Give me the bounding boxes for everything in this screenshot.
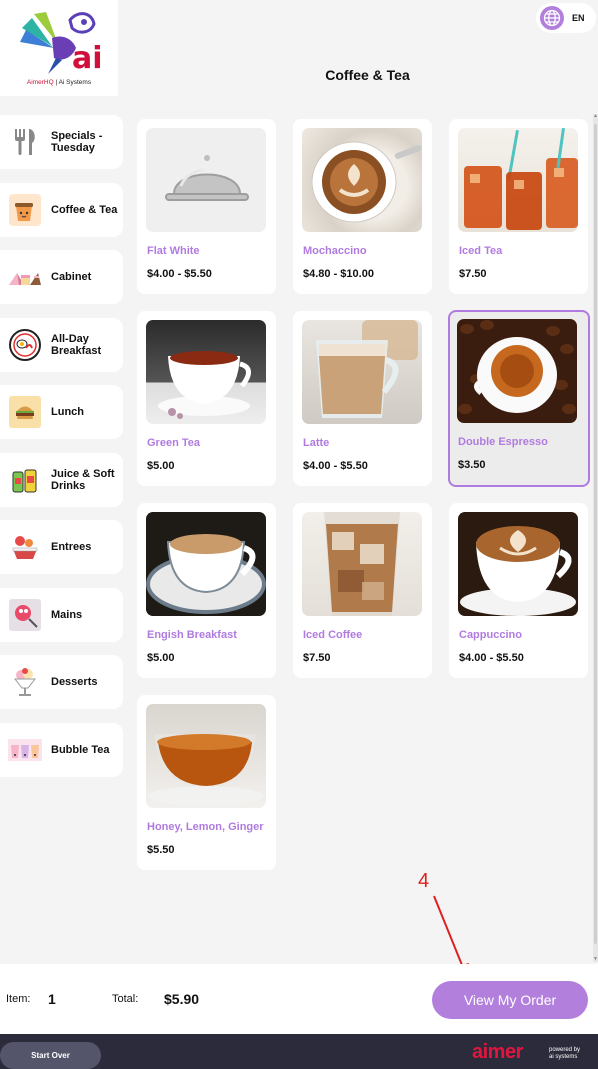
- product-price: $4.00 - $5.50: [303, 460, 368, 472]
- cakes-icon: [8, 260, 42, 294]
- product-card-iced-coffee[interactable]: Iced Coffee $7.50: [293, 503, 432, 678]
- sidebar-item-lunch[interactable]: Lunch: [0, 385, 123, 439]
- sidebar-item-label: Lunch: [51, 406, 84, 418]
- sidebar-item-specials-tuesday[interactable]: Specials - Tuesday: [0, 115, 123, 169]
- sidebar-item-label: Entrees: [51, 541, 92, 553]
- product-price: $7.50: [303, 652, 331, 664]
- sidebar-item-juice-soft-drinks[interactable]: Juice & Soft Drinks: [0, 453, 123, 507]
- sidebar-item-coffee-tea[interactable]: Coffee & Tea: [0, 183, 123, 237]
- product-card-iced-tea[interactable]: Iced Tea $7.50: [449, 119, 588, 294]
- product-name: Mochaccino: [303, 245, 367, 257]
- product-card-honey-lemon-ginger[interactable]: Honey, Lemon, Ginger $5.50: [137, 695, 276, 870]
- cappuccino-photo: [458, 512, 578, 616]
- product-price: $5.00: [147, 652, 175, 664]
- sundae-icon: [8, 665, 42, 699]
- product-card-green-tea[interactable]: Green Tea $5.00: [137, 311, 276, 486]
- sidebar-item-label: Specials - Tuesday: [51, 130, 103, 154]
- breakfast-plate-icon: [8, 328, 42, 362]
- product-name: Iced Coffee: [303, 629, 363, 641]
- latte-photo: [302, 320, 422, 424]
- powered-by-text: powered by ai systems: [549, 1047, 581, 1060]
- entree-bowl-icon: [8, 530, 42, 564]
- cutlery-icon: [8, 125, 42, 159]
- scrollbar[interactable]: ▲ ▼: [593, 114, 598, 962]
- sidebar-item-desserts[interactable]: Desserts: [0, 655, 123, 709]
- coffee-cup-icon: [8, 193, 42, 227]
- sidebar-item-entrees[interactable]: Entrees: [0, 520, 123, 574]
- product-price: $4.80 - $10.00: [303, 268, 374, 280]
- logo-mark-text: ai: [72, 41, 103, 76]
- bottom-bar: Start Over aimer powered by ai systems: [0, 1034, 598, 1069]
- product-card-flat-white[interactable]: Flat White $4.00 - $5.50: [137, 119, 276, 294]
- mochaccino-photo: [302, 128, 422, 232]
- product-name: Green Tea: [147, 437, 200, 449]
- iced-tea-photo: [458, 128, 578, 232]
- sidebar-item-label: Mains: [51, 609, 83, 621]
- product-name: Iced Tea: [459, 245, 503, 257]
- sidebar-item-label: Coffee & Tea: [51, 204, 118, 216]
- burger-icon: [8, 395, 42, 429]
- product-card-cappuccino[interactable]: Cappuccino $4.00 - $5.50: [449, 503, 588, 678]
- aimer-brand-logo: aimer: [472, 1041, 523, 1063]
- honey-lemon-ginger-photo: [146, 704, 266, 808]
- language-code: EN: [572, 13, 585, 23]
- green-tea-photo: [146, 320, 266, 424]
- sidebar-item-label: Juice & Soft Drinks: [51, 468, 115, 492]
- product-price: $4.00 - $5.50: [147, 268, 212, 280]
- scroll-down-icon[interactable]: ▼: [593, 957, 598, 962]
- product-name: Flat White: [147, 245, 200, 257]
- sidebar-item-label: Bubble Tea: [51, 744, 110, 756]
- double-espresso-photo: [457, 319, 577, 423]
- annotation-step-number: 4: [418, 870, 430, 892]
- globe-icon: [540, 6, 564, 30]
- product-name: Engish Breakfast: [147, 629, 237, 641]
- iced-coffee-photo: [302, 512, 422, 616]
- cloche-placeholder-icon: [165, 155, 249, 201]
- item-count: 1: [48, 991, 56, 1007]
- product-price: $7.50: [459, 268, 487, 280]
- product-price: $5.50: [147, 844, 175, 856]
- product-image: [146, 128, 266, 232]
- mains-dish-icon: [8, 598, 42, 632]
- product-card-english-breakfast[interactable]: Engish Breakfast $5.00: [137, 503, 276, 678]
- product-card-mochaccino[interactable]: Mochaccino $4.80 - $10.00: [293, 119, 432, 294]
- product-name: Cappuccino: [459, 629, 522, 641]
- product-price: $4.00 - $5.50: [459, 652, 524, 664]
- product-name: Honey, Lemon, Ginger: [147, 821, 264, 833]
- logo: ai AimerHQ | Ai Systems: [0, 0, 118, 96]
- sidebar-item-bubble-tea[interactable]: Bubble Tea: [0, 723, 123, 777]
- sidebar-item-mains[interactable]: Mains: [0, 588, 123, 642]
- start-over-button[interactable]: Start Over: [0, 1042, 101, 1069]
- sidebar-item-label: Desserts: [51, 676, 98, 688]
- product-card-latte[interactable]: Latte $4.00 - $5.50: [293, 311, 432, 486]
- language-selector[interactable]: EN: [536, 3, 596, 33]
- juice-cans-icon: [8, 463, 42, 497]
- bubble-tea-icon: [8, 733, 42, 767]
- sidebar-item-all-day-breakfast[interactable]: All-Day Breakfast: [0, 318, 123, 372]
- logo-caption: AimerHQ | Ai Systems: [0, 79, 118, 86]
- logo-caption-brand: AimerHQ: [26, 79, 54, 86]
- product-card-double-espresso[interactable]: Double Espresso $3.50: [448, 310, 590, 487]
- view-my-order-button[interactable]: View My Order: [432, 981, 588, 1019]
- product-price: $3.50: [458, 459, 486, 471]
- sidebar-item-label: All-Day Breakfast: [51, 333, 102, 357]
- item-label: Item:: [6, 993, 31, 1005]
- sidebar-item-cabinet[interactable]: Cabinet: [0, 250, 123, 304]
- english-breakfast-photo: [146, 512, 266, 616]
- order-summary-bar: Item: 1 Total: $5.90 View My Order: [0, 964, 598, 1034]
- logo-caption-rest: | Ai Systems: [53, 79, 92, 86]
- scrollbar-thumb[interactable]: [594, 124, 597, 944]
- product-name: Double Espresso: [458, 436, 548, 448]
- sidebar-item-label: Cabinet: [51, 271, 92, 283]
- total-label: Total:: [112, 993, 139, 1005]
- scroll-up-icon[interactable]: ▲: [593, 114, 598, 119]
- page-title: Coffee & Tea: [325, 67, 410, 83]
- product-name: Latte: [303, 437, 330, 449]
- total-value: $5.90: [164, 991, 200, 1007]
- product-price: $5.00: [147, 460, 175, 472]
